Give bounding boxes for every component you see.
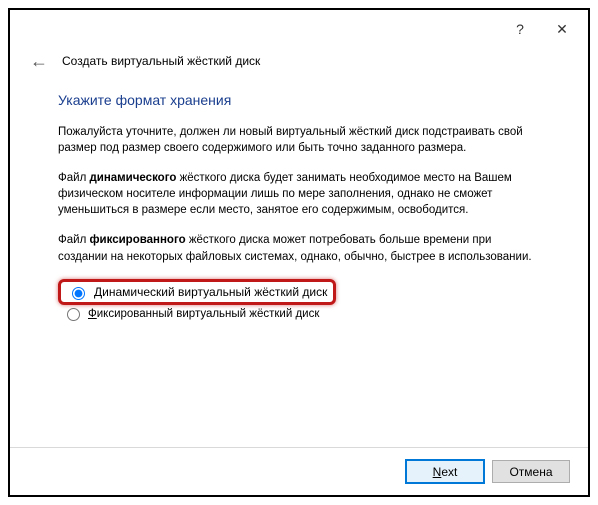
- radio-fixed[interactable]: [67, 308, 80, 321]
- storage-format-radio-group: Динамический виртуальный жёсткий диск Фи…: [58, 279, 540, 324]
- next-button[interactable]: Next: [406, 460, 484, 483]
- footer-button-bar: Next Отмена: [10, 447, 588, 495]
- content-area: Укажите формат хранения Пожалуйста уточн…: [10, 80, 588, 447]
- section-heading: Укажите формат хранения: [58, 92, 540, 108]
- titlebar: ? ✕: [10, 10, 588, 48]
- cancel-button[interactable]: Отмена: [492, 460, 570, 483]
- page-title: Создать виртуальный жёсткий диск: [62, 54, 260, 68]
- para2-bold: динамического: [89, 172, 176, 184]
- description-paragraph-1: Пожалуйста уточните, должен ли новый вир…: [58, 124, 540, 156]
- para3-text-a: Файл: [58, 234, 89, 246]
- back-arrow-icon[interactable]: ←: [30, 52, 48, 70]
- highlight-annotation: Динамический виртуальный жёсткий диск: [58, 279, 336, 305]
- para2-text-a: Файл: [58, 172, 89, 184]
- radio-fixed-label[interactable]: Фиксированный виртуальный жёсткий диск: [88, 308, 319, 320]
- radio-dynamic[interactable]: [72, 287, 85, 300]
- description-paragraph-2: Файл динамического жёсткого диска будет …: [58, 170, 540, 218]
- wizard-dialog: ? ✕ ← Создать виртуальный жёсткий диск У…: [8, 8, 590, 497]
- header-row: ← Создать виртуальный жёсткий диск: [10, 48, 588, 80]
- radio-dynamic-label[interactable]: Динамический виртуальный жёсткий диск: [94, 285, 327, 299]
- description-paragraph-3: Файл фиксированного жёсткого диска может…: [58, 232, 540, 264]
- para3-bold: фиксированного: [89, 234, 185, 246]
- help-icon[interactable]: ?: [500, 14, 540, 44]
- close-icon[interactable]: ✕: [542, 14, 582, 44]
